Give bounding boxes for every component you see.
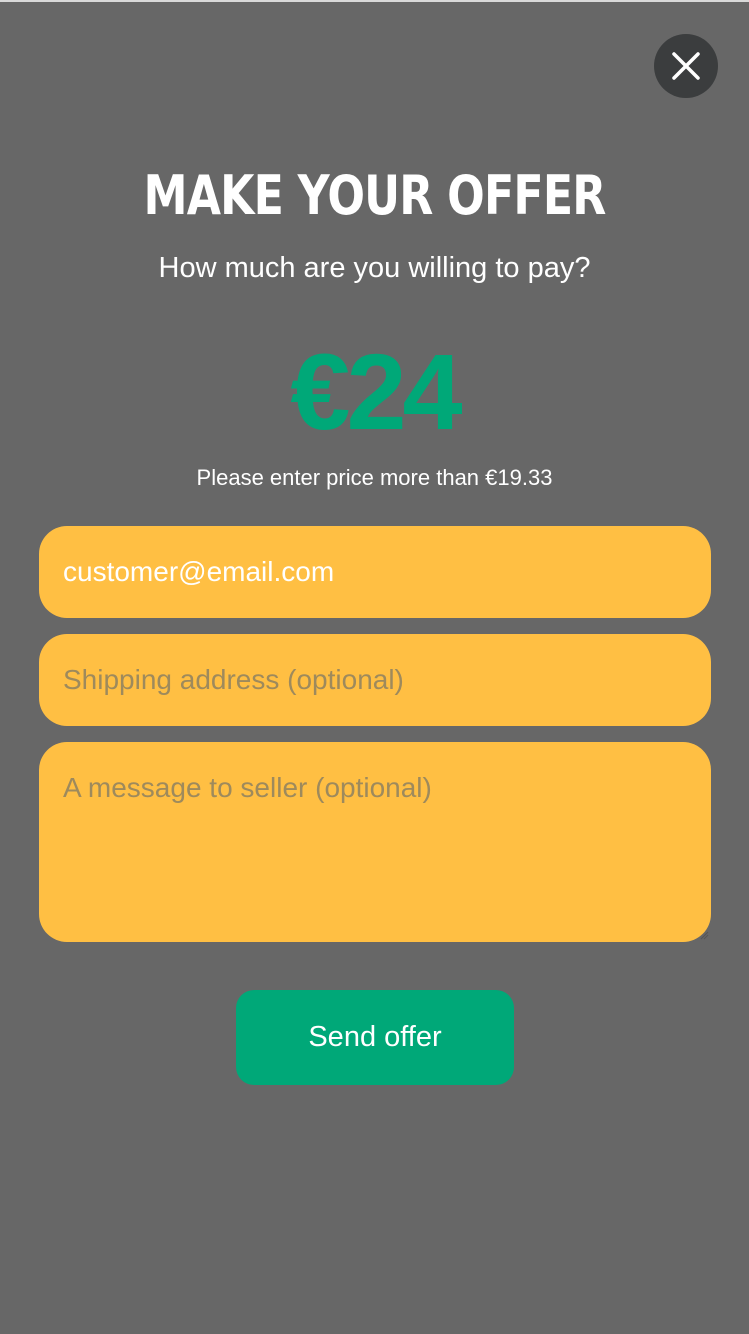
modal-subtitle: How much are you willing to pay? [158, 252, 591, 284]
email-field[interactable]: customer@email.com [39, 526, 711, 618]
shipping-placeholder: Shipping address (optional) [63, 664, 404, 695]
offer-amount[interactable]: €24 [0, 330, 749, 454]
message-to-seller-field[interactable]: A message to seller (optional) [39, 742, 711, 942]
email-value: customer@email.com [63, 556, 335, 587]
close-icon [672, 52, 700, 80]
message-placeholder: A message to seller (optional) [63, 772, 432, 803]
price-hint: Please enter price more than €19.33 [196, 465, 553, 490]
send-offer-button[interactable]: Send offer [236, 990, 514, 1085]
shipping-address-field[interactable]: Shipping address (optional) [39, 634, 711, 726]
modal-title: MAKE YOUR OFFER [143, 164, 606, 227]
close-button[interactable] [654, 34, 718, 98]
top-divider [0, 0, 749, 2]
resize-grip-icon[interactable] [699, 930, 709, 940]
